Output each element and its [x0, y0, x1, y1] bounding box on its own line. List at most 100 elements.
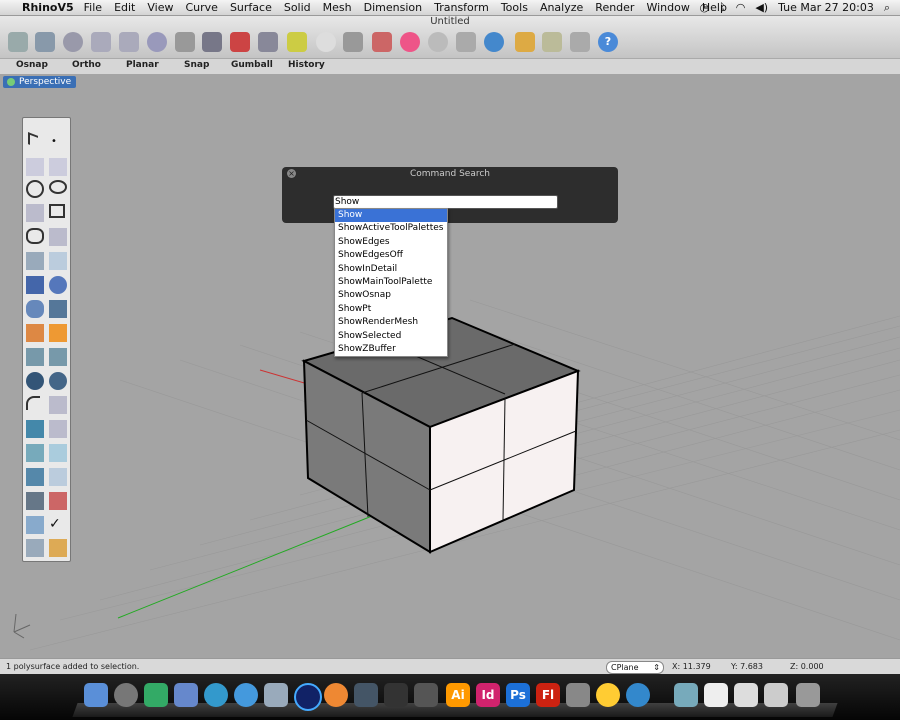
cylinder-icon[interactable] [26, 300, 44, 318]
document-icon[interactable] [704, 683, 728, 707]
light-bulb-icon[interactable] [316, 32, 336, 52]
surface-corners-icon[interactable] [26, 252, 44, 270]
circle-icon[interactable] [26, 180, 44, 198]
move-icon[interactable] [49, 420, 67, 438]
gumball-toggle[interactable]: Gumball [231, 60, 273, 70]
layer-icon[interactable] [372, 32, 392, 52]
volume-icon[interactable]: ◀) [755, 1, 768, 14]
wifi-dock-icon[interactable] [596, 683, 620, 707]
utility-icon[interactable] [566, 683, 590, 707]
itunes-icon[interactable] [234, 683, 258, 707]
suggestion-item[interactable]: ShowEdges [335, 236, 447, 249]
viewport-tab-perspective[interactable]: Perspective [3, 76, 77, 88]
spotlight-icon[interactable]: ⌕ [884, 1, 890, 15]
zoom-window-icon[interactable] [91, 32, 111, 52]
rhino-app-icon[interactable] [354, 683, 378, 707]
bluetooth-icon[interactable]: ᛒ [719, 1, 726, 14]
sphere-solid-icon[interactable] [49, 276, 67, 294]
perspective-viewport[interactable] [0, 74, 900, 658]
text-icon[interactable] [26, 420, 44, 438]
finder-icon[interactable] [84, 683, 108, 707]
menu-curve[interactable]: Curve [185, 1, 217, 14]
illustrator-icon[interactable]: Ai [446, 683, 470, 707]
blender-icon[interactable] [324, 683, 348, 707]
help-icon[interactable]: ? [598, 32, 618, 52]
point-osnap-icon[interactable] [287, 32, 307, 52]
polygon-icon[interactable] [26, 228, 44, 244]
menu-tools[interactable]: Tools [501, 1, 528, 14]
box-solid-icon[interactable] [26, 276, 44, 294]
quicktime-icon[interactable] [294, 683, 322, 711]
lock-icon[interactable] [343, 32, 363, 52]
indesign-icon[interactable]: Id [476, 683, 500, 707]
system-prefs-icon[interactable] [264, 683, 288, 707]
boolean-union-icon[interactable] [26, 324, 44, 342]
photoshop-icon[interactable]: Ps [506, 683, 530, 707]
four-viewports-icon[interactable] [202, 32, 222, 52]
stack-icon[interactable] [764, 683, 788, 707]
app-icon[interactable] [414, 683, 438, 707]
menu-render[interactable]: Render [595, 1, 634, 14]
polyline-icon[interactable] [26, 158, 44, 176]
trim-icon[interactable] [26, 348, 44, 366]
suggestion-item[interactable]: ShowEdgesOff [335, 249, 447, 262]
point-icon[interactable]: • [51, 136, 69, 154]
suggestion-item[interactable]: ShowOsnap [335, 289, 447, 302]
zoom-selected-icon[interactable] [147, 32, 167, 52]
group-objects-icon[interactable] [49, 372, 67, 390]
safari-icon[interactable] [204, 683, 228, 707]
car-icon[interactable] [230, 32, 250, 52]
ortho-toggle[interactable]: Ortho [72, 60, 101, 70]
zoom-icon[interactable] [63, 32, 83, 52]
menu-edit[interactable]: Edit [114, 1, 135, 14]
join-icon[interactable] [26, 372, 44, 390]
ungroup-icon[interactable] [570, 32, 590, 52]
menu-window[interactable]: Window [646, 1, 689, 14]
wifi-icon[interactable]: ◠ [736, 1, 746, 14]
fillet-icon[interactable] [26, 396, 40, 410]
app-menu[interactable]: RhinoV5 [22, 1, 74, 14]
revolve-icon[interactable] [49, 252, 67, 270]
render-icon[interactable] [484, 32, 504, 52]
suggestion-item[interactable]: ShowRenderMesh [335, 316, 447, 329]
analyze-icon[interactable] [26, 516, 44, 534]
command-search-input[interactable]: Show [333, 195, 558, 209]
suggestion-item[interactable]: ShowPt [335, 303, 447, 316]
flash-icon[interactable]: Fl [536, 683, 560, 707]
rectangle-icon[interactable] [49, 204, 65, 218]
launchpad-icon[interactable] [114, 683, 138, 707]
suggestion-item[interactable]: ShowMainToolPalette [335, 276, 447, 289]
zoom-extents-icon[interactable] [119, 32, 139, 52]
suggestion-item[interactable]: Show [335, 209, 447, 223]
split-icon[interactable] [49, 348, 67, 366]
select-arrow-icon[interactable] [28, 132, 38, 148]
planar-toggle[interactable]: Planar [126, 60, 159, 70]
paint-icon[interactable] [49, 539, 67, 557]
pan-icon[interactable] [8, 32, 28, 52]
group-icon[interactable] [542, 32, 562, 52]
mesh-icon[interactable] [49, 300, 67, 318]
curve-icon[interactable] [49, 158, 67, 176]
grid-snap-icon[interactable] [258, 32, 278, 52]
suggestion-item[interactable]: ShowZBuffer [335, 343, 447, 356]
folder-icon[interactable] [674, 683, 698, 707]
suggestion-item[interactable]: ShowSelected [335, 330, 447, 343]
downloads-icon[interactable] [734, 683, 758, 707]
arc-icon[interactable] [26, 204, 44, 222]
snap-toggle[interactable]: Snap [184, 60, 209, 70]
checkmark-icon[interactable]: ✓ [49, 516, 67, 534]
explode-icon[interactable] [49, 324, 67, 342]
menu-solid[interactable]: Solid [284, 1, 311, 14]
scale-icon[interactable] [49, 468, 67, 486]
trash-icon[interactable] [796, 683, 820, 707]
app-store-icon[interactable] [626, 683, 650, 707]
clock[interactable]: Tue Mar 27 20:03 [778, 1, 874, 14]
undo-view-icon[interactable] [175, 32, 195, 52]
time-machine-icon[interactable]: ◷ [700, 1, 710, 14]
menu-dimension[interactable]: Dimension [364, 1, 422, 14]
menu-analyze[interactable]: Analyze [540, 1, 583, 14]
array-icon[interactable] [26, 468, 44, 486]
fillet-curve-icon[interactable] [49, 228, 67, 246]
gumball-icon[interactable] [515, 32, 535, 52]
color-wheel-icon[interactable] [400, 32, 420, 52]
